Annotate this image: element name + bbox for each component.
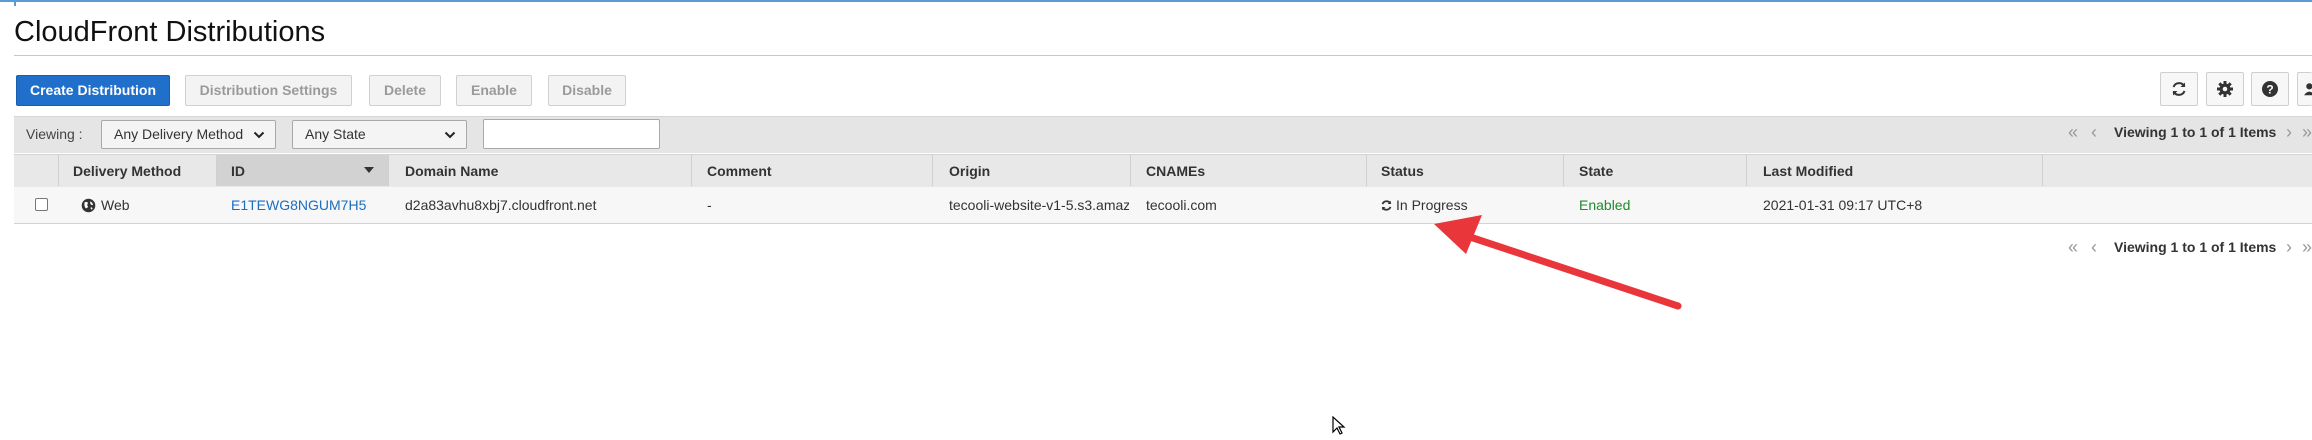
distribution-settings-button[interactable]: Distribution Settings	[185, 75, 352, 106]
column-separator	[1130, 155, 1131, 186]
svg-text:?: ?	[2266, 83, 2273, 97]
help-icon: ?	[2262, 81, 2278, 97]
cell-last-modified: 2021-01-31 09:17 UTC+8	[1763, 197, 1923, 213]
column-separator	[1746, 155, 1747, 186]
in-progress-icon	[1381, 200, 1392, 211]
annotation-arrow	[1434, 215, 1682, 310]
cell-id-link[interactable]: E1TEWG8NGUM7H5	[231, 197, 366, 213]
enable-button[interactable]: Enable	[456, 75, 532, 106]
prev-page-icon[interactable]: ‹	[2091, 122, 2097, 143]
column-status[interactable]: Status	[1381, 163, 1424, 179]
mouse-cursor-icon	[1332, 416, 1346, 435]
refresh-button[interactable]	[2160, 72, 2198, 106]
chevron-down-icon	[444, 131, 456, 139]
column-origin[interactable]: Origin	[949, 163, 990, 179]
cell-origin: tecooli-website-v1-5.s3.amaz	[949, 197, 1129, 213]
cell-domain-name: d2a83avhu8xbj7.cloudfront.net	[405, 197, 597, 213]
column-id[interactable]: ID	[231, 163, 245, 179]
user-button[interactable]	[2297, 72, 2312, 106]
chevron-down-icon	[253, 131, 265, 139]
column-separator	[216, 155, 217, 186]
column-separator	[1563, 155, 1564, 186]
cell-delivery-method: Web	[101, 197, 130, 213]
column-delivery-method[interactable]: Delivery Method	[73, 163, 181, 179]
last-page-icon[interactable]: »	[2302, 122, 2312, 143]
column-separator	[2042, 155, 2043, 186]
create-distribution-button[interactable]: Create Distribution	[16, 75, 170, 106]
first-page-icon[interactable]: «	[2068, 237, 2078, 258]
pagination-text-bottom: Viewing 1 to 1 of 1 Items	[2114, 239, 2277, 255]
prev-page-icon[interactable]: ‹	[2091, 237, 2097, 258]
column-last-modified[interactable]: Last Modified	[1763, 163, 1853, 179]
gear-icon	[2217, 81, 2233, 97]
delete-button[interactable]: Delete	[369, 75, 441, 106]
column-separator	[691, 155, 692, 186]
state-select[interactable]: Any State	[292, 120, 467, 149]
next-page-icon[interactable]: ›	[2286, 122, 2292, 143]
help-button[interactable]: ?	[2251, 72, 2289, 106]
column-separator	[58, 155, 59, 186]
cell-comment: -	[707, 197, 712, 213]
column-domain-name[interactable]: Domain Name	[405, 163, 498, 179]
column-cnames[interactable]: CNAMEs	[1146, 163, 1205, 179]
settings-button[interactable]	[2206, 72, 2244, 106]
column-separator	[388, 155, 389, 186]
delivery-method-select[interactable]: Any Delivery Method	[101, 120, 276, 149]
pagination-text: Viewing 1 to 1 of 1 Items	[2114, 124, 2277, 140]
last-page-icon[interactable]: »	[2302, 237, 2312, 258]
user-icon	[2304, 83, 2312, 96]
refresh-icon	[2172, 82, 2186, 96]
column-separator	[932, 155, 933, 186]
next-page-icon[interactable]: ›	[2286, 237, 2292, 258]
cell-cnames: tecooli.com	[1146, 197, 1217, 213]
title-divider	[14, 55, 2312, 56]
delivery-method-value: Any Delivery Method	[114, 126, 244, 142]
globe-icon	[81, 198, 96, 213]
sort-desc-icon[interactable]	[364, 166, 374, 174]
viewing-label: Viewing :	[26, 126, 83, 142]
column-comment[interactable]: Comment	[707, 163, 772, 179]
search-input[interactable]	[483, 119, 660, 149]
row-checkbox[interactable]	[35, 198, 48, 211]
disable-button[interactable]: Disable	[548, 75, 626, 106]
column-separator	[1366, 155, 1367, 186]
page-title: CloudFront Distributions	[14, 16, 326, 48]
first-page-icon[interactable]: «	[2068, 122, 2078, 143]
top-border-corner	[14, 0, 16, 6]
state-value: Any State	[305, 126, 366, 142]
top-border	[0, 0, 2312, 2]
column-state[interactable]: State	[1579, 163, 1613, 179]
